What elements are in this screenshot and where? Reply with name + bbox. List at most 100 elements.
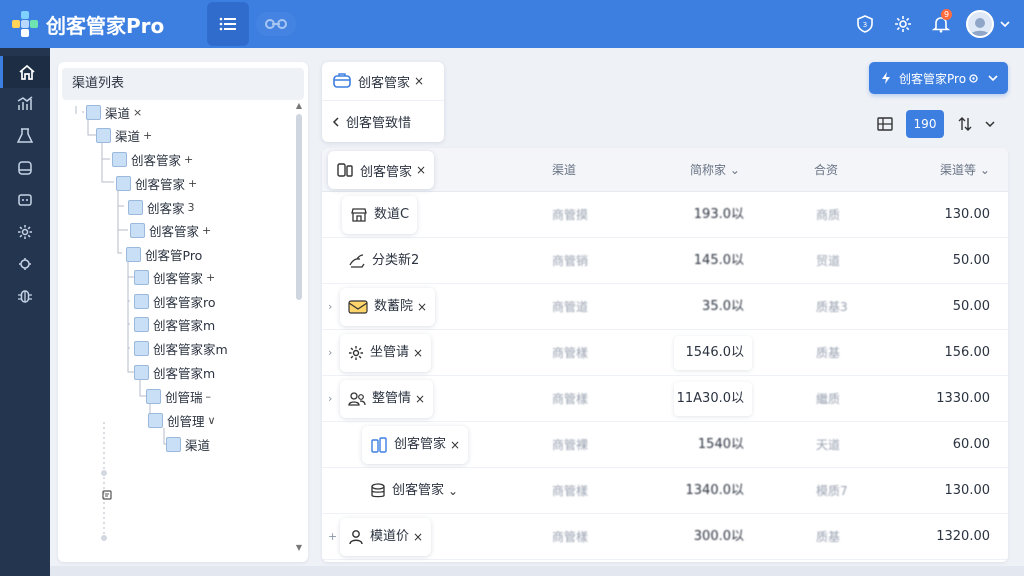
tree-node[interactable]: 创客家 3 bbox=[128, 197, 195, 217]
chevron-down-icon bbox=[988, 75, 998, 81]
nav-home[interactable] bbox=[0, 56, 50, 88]
nav-lab[interactable] bbox=[0, 120, 50, 152]
table-row[interactable]: 创客管家 ⌄ 商管樣 1340.0以 模质7 130.00 bbox=[322, 468, 1008, 514]
tab-secondary[interactable]: 创客管致惜 bbox=[322, 100, 444, 142]
tree-node[interactable]: 创客管家 + bbox=[130, 220, 211, 240]
folder-icon bbox=[148, 412, 163, 428]
tree-node[interactable]: 渠道 + bbox=[96, 125, 152, 145]
table-row[interactable]: + 模道价 × 商管樣 300.0以 质基 1320.00 bbox=[322, 514, 1008, 560]
app-title: 创客管家Pro bbox=[46, 13, 165, 38]
close-icon[interactable]: × bbox=[416, 163, 426, 177]
header-name-chip[interactable]: 创客管家 × bbox=[328, 151, 435, 189]
scroll-up-icon[interactable]: ▲ bbox=[294, 102, 304, 110]
expand-icon[interactable]: + bbox=[328, 514, 340, 560]
close-icon[interactable]: × bbox=[414, 74, 424, 88]
row-name-chip[interactable]: 模道价 × bbox=[340, 518, 432, 556]
settings-button[interactable] bbox=[884, 0, 922, 48]
mail-icon bbox=[348, 300, 368, 314]
row-name-chip[interactable]: 分类新2 bbox=[340, 242, 427, 280]
shield-button[interactable]: 3 bbox=[846, 0, 884, 48]
sort-menu-caret[interactable] bbox=[980, 110, 1000, 138]
chevron-down-icon bbox=[985, 121, 995, 127]
note-icon[interactable] bbox=[102, 490, 112, 500]
folder-icon bbox=[128, 199, 143, 215]
table-row[interactable]: 数道C 商管摸 193.0以 商质 130.00 bbox=[322, 192, 1008, 238]
scroll-thumb[interactable] bbox=[296, 114, 302, 300]
chevron-right-icon[interactable]: › bbox=[328, 376, 340, 422]
notifications-button[interactable]: 9 bbox=[922, 0, 960, 48]
row-name-chip[interactable]: 数道C bbox=[342, 196, 418, 234]
column-header-value[interactable]: 渠道等 ⌄ bbox=[940, 148, 990, 192]
tree-node[interactable]: 创客管家 + bbox=[134, 267, 215, 287]
shield-icon: 3 bbox=[857, 15, 873, 33]
row-type: 质基 bbox=[816, 530, 841, 544]
scroll-down-icon[interactable]: ▼ bbox=[294, 544, 304, 552]
row-name-chip[interactable]: 创客管家 ⌄ bbox=[362, 472, 466, 510]
tree-node[interactable]: 创客管家 + bbox=[112, 149, 193, 169]
tree-node[interactable]: 渠道 × bbox=[86, 102, 142, 122]
close-icon[interactable]: × bbox=[417, 284, 427, 330]
nav-message[interactable] bbox=[0, 184, 50, 216]
tree-node[interactable]: 创客管家ro bbox=[134, 291, 219, 311]
chevron-down-icon[interactable]: ⌄ bbox=[448, 468, 458, 514]
tree-node[interactable]: 创管瑞 – bbox=[146, 386, 211, 406]
row-amount: 300.0以 bbox=[693, 529, 744, 544]
columns-button[interactable] bbox=[870, 110, 900, 138]
column-header-abbr[interactable]: 简称家 ⌄ bbox=[690, 148, 740, 192]
nav-debug[interactable] bbox=[0, 280, 50, 312]
row-name-chip[interactable]: 数蓄院 × bbox=[340, 288, 436, 326]
table-row[interactable]: 分类新2 商管销 145.0以 贸道 50.00 bbox=[322, 238, 1008, 284]
tree-node[interactable]: 创客管家 + bbox=[116, 173, 197, 193]
nav-settings[interactable] bbox=[0, 216, 50, 248]
row-amount: 193.0以 bbox=[693, 207, 744, 222]
row-name-cell: › 整管情 × bbox=[328, 376, 434, 422]
table-row[interactable]: › 数蓄院 × 商管道 35.0以 质基3 50.00 bbox=[322, 284, 1008, 330]
table-row[interactable]: › 坐管请 × 商管樣 1546.0以 质基 156.00 bbox=[322, 330, 1008, 376]
row-value: 50.00 bbox=[952, 253, 990, 268]
table-toolbar: 190 bbox=[870, 110, 1000, 138]
user-avatar[interactable] bbox=[966, 10, 994, 38]
chevron-down-icon: ⌄ bbox=[729, 163, 740, 177]
close-icon[interactable]: × bbox=[413, 514, 423, 560]
chevron-right-icon[interactable]: › bbox=[328, 330, 340, 376]
users-icon bbox=[348, 392, 366, 406]
close-icon[interactable]: × bbox=[413, 330, 423, 376]
tree-node[interactable]: 创管理 ∨ bbox=[148, 410, 216, 430]
bottom-scroll-track bbox=[50, 566, 1024, 576]
row-name-chip[interactable]: 创客管家 × bbox=[362, 426, 469, 464]
row-name-chip[interactable]: 整管情 × bbox=[340, 380, 434, 418]
nav-config[interactable] bbox=[0, 248, 50, 280]
link-icon-button[interactable] bbox=[256, 12, 296, 36]
count-button[interactable]: 190 bbox=[906, 110, 944, 138]
nav-chart[interactable] bbox=[0, 88, 50, 120]
row-amount: 145.0以 bbox=[693, 253, 744, 268]
tree-node[interactable]: 创客管家m bbox=[134, 362, 218, 382]
row-name-chip[interactable]: 坐管请 × bbox=[340, 334, 432, 372]
tab-primary[interactable]: 创客管家 × bbox=[322, 62, 444, 100]
gear-icon bbox=[969, 73, 978, 83]
column-header-channel[interactable]: 渠道 bbox=[552, 148, 576, 192]
app-logo[interactable]: 创客管家Pro bbox=[0, 0, 200, 48]
close-icon[interactable]: × bbox=[415, 376, 425, 422]
table-row[interactable]: › 整管情 × 商管樣 11A30.0以 繼质 1330.00 bbox=[322, 376, 1008, 422]
tree-scrollbar[interactable]: ▲ ▼ bbox=[296, 102, 302, 552]
nav-database[interactable] bbox=[0, 152, 50, 184]
tree-node[interactable]: 渠道 bbox=[166, 434, 213, 454]
tree-node[interactable]: 创客管家m bbox=[134, 314, 218, 334]
primary-action-button[interactable]: 创客管家Pro bbox=[869, 62, 1008, 94]
user-menu-caret[interactable] bbox=[994, 0, 1016, 48]
column-header-type[interactable]: 合资 bbox=[814, 148, 838, 192]
tree-node[interactable]: 创客管家家m bbox=[134, 338, 231, 358]
sort-button[interactable] bbox=[950, 110, 980, 138]
row-channel: 商管摸 bbox=[552, 208, 589, 222]
menu-toggle-button[interactable] bbox=[207, 2, 249, 46]
row-value: 130.00 bbox=[944, 483, 991, 498]
chevron-right-icon[interactable]: › bbox=[328, 284, 340, 330]
table-row[interactable]: 创客管家 × 商管裸 1540以 天道 60.00 bbox=[322, 422, 1008, 468]
row-channel: 商管销 bbox=[552, 254, 589, 268]
top-header: 创客管家Pro 3 9 bbox=[0, 0, 1024, 48]
list-icon bbox=[219, 17, 236, 31]
close-icon[interactable]: × bbox=[450, 422, 460, 468]
tree-node[interactable]: 创客管Pro bbox=[126, 244, 205, 264]
row-amount: 35.0以 bbox=[702, 299, 744, 314]
